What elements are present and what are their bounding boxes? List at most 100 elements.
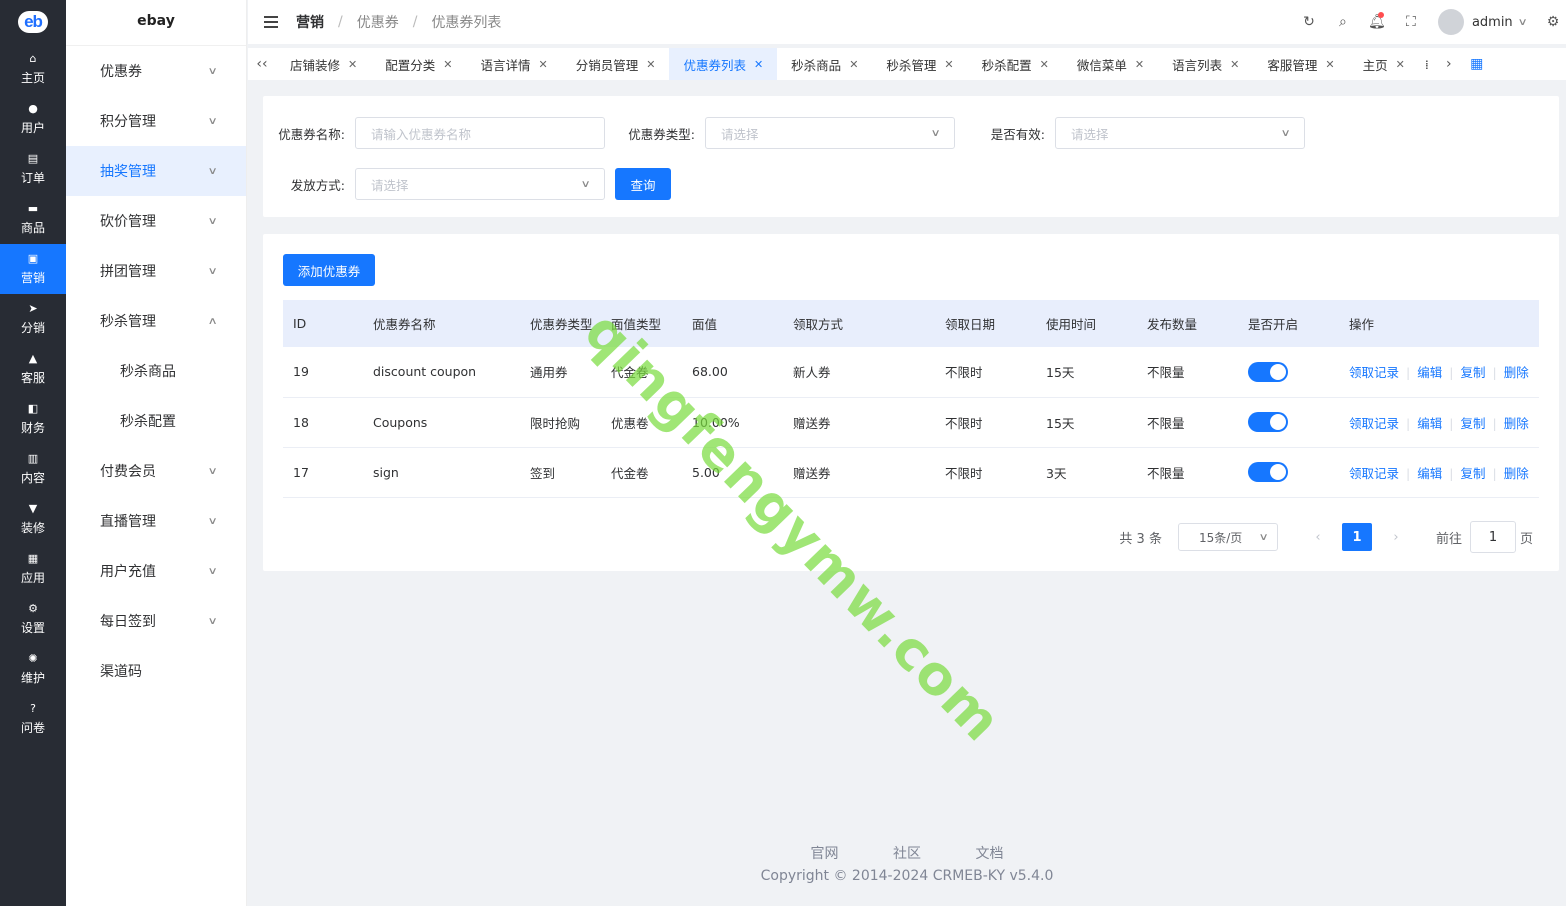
refresh-icon[interactable]: ↻ (1292, 14, 1326, 30)
chevron-down-icon[interactable]: ∨ (1517, 17, 1527, 28)
action-link[interactable]: 复制 (1460, 416, 1485, 431)
action-link[interactable]: 编辑 (1417, 365, 1442, 380)
tab-item[interactable]: 微信菜单 ✕ (1063, 48, 1158, 80)
close-icon[interactable]: ✕ (849, 58, 858, 71)
close-icon[interactable]: ✕ (646, 58, 655, 71)
search-button[interactable]: 查询 (615, 168, 671, 200)
tab-item[interactable]: 优惠券列表 ✕ (669, 48, 778, 80)
rail-item[interactable]: ▣ 营销 (0, 244, 66, 294)
action-link[interactable]: 编辑 (1417, 466, 1442, 481)
action-link[interactable]: 复制 (1460, 365, 1485, 380)
submenu-item[interactable]: 优惠券 ∨ (66, 46, 246, 96)
tab-item[interactable]: 分销员管理 ✕ (562, 48, 670, 80)
next-page-icon[interactable]: › (1378, 530, 1414, 545)
close-icon[interactable]: ✕ (944, 58, 953, 71)
rail-item[interactable]: ⚙ 设置 (0, 594, 66, 644)
footer-link-docs[interactable]: 文档 (975, 846, 1003, 862)
action-link[interactable]: 领取记录 (1349, 466, 1399, 481)
menu-toggle-icon[interactable] (264, 13, 278, 31)
chevron-down-icon: ∨ (207, 115, 218, 127)
submenu-item[interactable]: 拼团管理 ∨ (66, 246, 246, 296)
tab-item[interactable]: 语言详情 ✕ (466, 48, 561, 80)
action-link[interactable]: 编辑 (1417, 416, 1442, 431)
coupon-name-input[interactable]: 请输入优惠券名称 (355, 117, 605, 149)
tab-item[interactable]: 秒杀商品 ✕ (777, 48, 872, 80)
submenu-item-label: 砍价管理 (100, 214, 156, 230)
submenu-item[interactable]: 直播管理 ∨ (66, 496, 246, 546)
coupon-type-select[interactable]: 请选择 ∨ (705, 117, 955, 149)
action-link[interactable]: 删除 (1504, 416, 1529, 431)
rail-item[interactable]: ▥ 内容 (0, 444, 66, 494)
close-icon[interactable]: ✕ (1325, 58, 1334, 71)
close-icon[interactable]: ✕ (348, 58, 357, 71)
gear-icon[interactable]: ⚙ (1540, 14, 1566, 30)
bell-icon[interactable]: 🔔︎ (1360, 12, 1394, 30)
column-header: ID (283, 300, 363, 347)
tab-item[interactable]: 客服管理 ✕ (1253, 48, 1348, 80)
footer-link-website[interactable]: 官网 (811, 846, 839, 862)
rail-item[interactable]: ● 用户 (0, 94, 66, 144)
rail-item[interactable]: ? 问卷 (0, 694, 66, 744)
tab-item[interactable]: 主页 ✕ (1349, 48, 1419, 80)
breadcrumb-item[interactable]: 优惠券 (357, 12, 399, 32)
rail-item[interactable]: ▼ 装修 (0, 494, 66, 544)
valid-select[interactable]: 请选择 ∨ (1055, 117, 1305, 149)
submenu-item[interactable]: 秒杀管理 ∧ (66, 296, 246, 346)
close-icon[interactable]: ✕ (443, 58, 452, 71)
tab-item[interactable]: 语言列表 ✕ (1158, 48, 1253, 80)
rail-item[interactable]: ▲ 客服 (0, 344, 66, 394)
close-icon[interactable]: ✕ (538, 58, 547, 71)
close-icon[interactable]: ✕ (1040, 58, 1049, 71)
app-logo[interactable]: eb (0, 0, 66, 44)
tab-item[interactable]: 秒杀管理 ✕ (872, 48, 967, 80)
enable-toggle[interactable] (1248, 462, 1288, 482)
tabs-prev-icon[interactable]: ‹‹ (248, 56, 276, 72)
submenu-item[interactable]: 渠道码 (66, 646, 246, 696)
rail-item[interactable]: ➤ 分销 (0, 294, 66, 344)
breadcrumb-item[interactable]: 营销 (296, 12, 324, 32)
tab-item[interactable]: 配置分类 ✕ (371, 48, 466, 80)
action-link[interactable]: 领取记录 (1349, 365, 1399, 380)
rail-item[interactable]: ▦ 应用 (0, 544, 66, 594)
close-icon[interactable]: ✕ (754, 58, 763, 71)
submenu-item[interactable]: 付费会员 ∨ (66, 446, 246, 496)
submenu-item[interactable]: 每日签到 ∨ (66, 596, 246, 646)
page-suffix: 页 (1519, 531, 1533, 547)
username[interactable]: admin (1472, 15, 1513, 30)
tabs-next-icon[interactable]: › (1435, 56, 1463, 72)
close-icon[interactable]: ✕ (1396, 58, 1405, 71)
enable-toggle[interactable] (1248, 361, 1288, 382)
submenu-item[interactable]: 用户充值 ∨ (66, 546, 246, 596)
page-number-current[interactable]: 1 (1341, 523, 1372, 551)
fullscreen-icon[interactable]: ⛶ (1394, 14, 1428, 30)
prev-page-icon[interactable]: ‹ (1300, 530, 1336, 545)
action-link[interactable]: 删除 (1504, 466, 1529, 481)
rail-item[interactable]: ◧ 财务 (0, 394, 66, 444)
close-icon[interactable]: ✕ (1230, 58, 1239, 71)
apps-grid-icon[interactable]: ▦ (1463, 56, 1491, 72)
footer-link-community[interactable]: 社区 (893, 846, 921, 862)
tab-item[interactable]: 秒杀配置 ✕ (968, 48, 1063, 80)
submenu-item[interactable]: 砍价管理 ∨ (66, 196, 246, 246)
close-icon[interactable]: ✕ (1135, 58, 1144, 71)
issue-select[interactable]: 请选择 ∨ (355, 168, 605, 200)
rail-item[interactable]: ▬ 商品 (0, 194, 66, 244)
rail-item[interactable]: ⌂ 主页 (0, 44, 66, 94)
submenu-item[interactable]: 积分管理 ∨ (66, 96, 246, 146)
submenu-item[interactable]: 抽奖管理 ∨ (66, 146, 246, 196)
action-link[interactable]: 删除 (1504, 365, 1529, 380)
action-link[interactable]: 复制 (1460, 466, 1485, 481)
tab-overflow[interactable]: ⁞ (1419, 48, 1435, 80)
submenu-item[interactable]: 秒杀配置 (66, 396, 246, 446)
action-link[interactable]: 领取记录 (1349, 416, 1399, 431)
rail-item[interactable]: ✺ 维护 (0, 644, 66, 694)
tab-item[interactable]: 店铺装修 ✕ (276, 48, 371, 80)
submenu-item[interactable]: 秒杀商品 (66, 346, 246, 396)
add-coupon-button[interactable]: 添加优惠券 (283, 254, 375, 286)
goto-page-input[interactable]: 1 (1469, 521, 1516, 553)
page-size-select[interactable]: 15条/页 ∨ (1177, 523, 1278, 551)
search-icon[interactable]: ⌕ (1326, 14, 1360, 30)
avatar[interactable] (1437, 9, 1464, 35)
rail-item[interactable]: ▤ 订单 (0, 144, 66, 194)
enable-toggle[interactable] (1248, 412, 1288, 432)
